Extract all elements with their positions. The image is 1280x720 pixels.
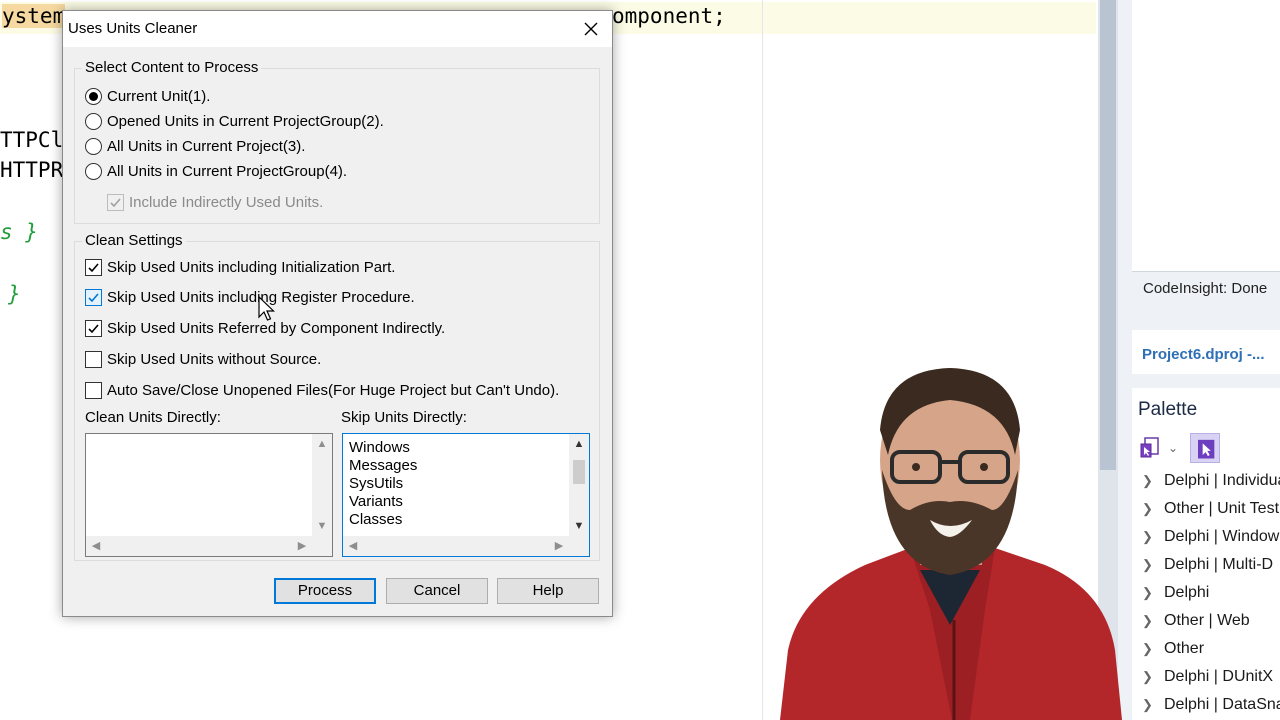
code-line-green-2: } [8, 282, 21, 306]
vertical-scrollbar[interactable]: ▲ ▼ [312, 434, 332, 536]
palette-item[interactable]: ❯ Delphi [1142, 584, 1280, 610]
scroll-up-icon[interactable]: ▲ [312, 434, 332, 454]
chevron-down-icon[interactable]: ⌄ [1168, 436, 1184, 460]
radio-button[interactable] [85, 137, 102, 155]
close-button[interactable] [576, 15, 606, 43]
structure-panel [1132, 0, 1280, 272]
chevron-right-icon: ❯ [1142, 613, 1153, 628]
mouse-cursor-icon [258, 296, 275, 321]
palette-components-icon[interactable] [1138, 436, 1162, 460]
scrollbar-corner [569, 536, 589, 556]
list-item[interactable]: Windows [349, 439, 410, 457]
process-button[interactable]: Process [274, 578, 376, 604]
radio-all-units-project[interactable]: All Units in Current Project(3). [85, 135, 305, 157]
scroll-down-icon[interactable]: ▼ [569, 516, 589, 536]
radio-button[interactable] [85, 162, 102, 180]
chevron-right-icon: ❯ [1142, 641, 1153, 656]
scroll-right-icon[interactable]: ▶ [292, 536, 312, 556]
help-button[interactable]: Help [497, 578, 599, 604]
palette-item[interactable]: ❯ Other | Unit Test [1142, 500, 1280, 526]
include-indirect-checkbox: Include Indirectly Used Units. [107, 191, 323, 213]
checkbox[interactable] [85, 350, 102, 368]
palette-item[interactable]: ❯ Delphi | Individual [1142, 472, 1280, 498]
uses-units-cleaner-dialog: Uses Units Cleaner Select Content to Pro… [62, 10, 613, 617]
palette-title: Palette [1138, 399, 1198, 420]
checkmark-icon [88, 292, 99, 302]
list-item[interactable]: Messages [349, 457, 417, 475]
pointer-icon [1198, 439, 1215, 459]
chevron-right-icon: ❯ [1142, 529, 1153, 544]
checkbox [107, 193, 124, 211]
list-item[interactable]: Variants [349, 493, 403, 511]
codeinsight-status: CodeInsight: Done [1143, 280, 1268, 297]
palette-item[interactable]: ❯ Delphi | Multi-D [1142, 556, 1280, 582]
radio-current-unit[interactable]: Current Unit(1). [85, 85, 210, 107]
chevron-right-icon: ❯ [1142, 501, 1153, 516]
horizontal-scrollbar[interactable]: ◀ ▶ [343, 536, 569, 556]
skip-units-label: Skip Units Directly: [341, 409, 467, 426]
content-group-label: Select Content to Process [82, 59, 262, 76]
scroll-left-icon[interactable]: ◀ [343, 536, 363, 556]
horizontal-scrollbar[interactable]: ◀ ▶ [86, 536, 312, 556]
checkmark-icon [88, 323, 99, 333]
project-name[interactable]: Project6.dproj -... [1142, 346, 1265, 363]
list-item[interactable]: Classes [349, 511, 402, 529]
dialog-title: Uses Units Cleaner [68, 20, 198, 37]
code-line-2: TTPCl [0, 128, 64, 152]
palette-item[interactable]: ❯Delphi | DataSnap [1142, 696, 1280, 720]
code-line-1-tail: omponent; [612, 4, 726, 28]
dialog-titlebar[interactable]: Uses Units Cleaner [63, 11, 612, 47]
chevron-right-icon: ❯ [1142, 669, 1153, 684]
scroll-down-icon[interactable]: ▼ [312, 516, 332, 536]
vertical-scrollbar[interactable]: ▲ ▼ [569, 434, 589, 536]
editor-divider [762, 0, 763, 720]
close-icon [584, 22, 598, 36]
chevron-right-icon: ❯ [1142, 697, 1153, 712]
skip-initialization-checkbox[interactable]: Skip Used Units including Initialization… [85, 256, 395, 278]
checkbox[interactable] [85, 288, 102, 306]
code-line-3: HTTPR [0, 158, 64, 182]
skip-units-listbox[interactable]: Windows Messages SysUtils Variants Class… [342, 433, 590, 557]
checkbox[interactable] [85, 258, 102, 276]
radio-button[interactable] [85, 112, 102, 130]
checkmark-icon [110, 197, 121, 207]
scroll-up-icon[interactable]: ▲ [569, 434, 589, 454]
clean-units-listbox[interactable]: ▲ ▼ ◀ ▶ [85, 433, 333, 557]
palette-item[interactable]: ❯ Delphi | DUnitX [1142, 668, 1280, 694]
auto-save-close-checkbox[interactable]: Auto Save/Close Unopened Files(For Huge … [85, 379, 559, 401]
palette-item[interactable]: ❯ Other | Web [1142, 612, 1280, 638]
palette-item[interactable]: ❯ Other [1142, 640, 1280, 666]
palette-item[interactable]: ❯ Delphi | Windows [1142, 528, 1280, 554]
code-line-green-1: s } [0, 220, 38, 244]
clean-settings-label: Clean Settings [82, 232, 186, 249]
presenter-webcam-image [780, 368, 1122, 720]
scroll-left-icon[interactable]: ◀ [86, 536, 106, 556]
chevron-right-icon: ❯ [1142, 585, 1153, 600]
skip-without-source-checkbox[interactable]: Skip Used Units without Source. [85, 348, 321, 370]
checkbox[interactable] [85, 381, 102, 399]
list-item[interactable]: SysUtils [349, 475, 403, 493]
radio-all-units-projectgroup[interactable]: All Units in Current ProjectGroup(4). [85, 160, 347, 182]
palette-select-pointer-button[interactable] [1190, 433, 1220, 463]
radio-opened-units[interactable]: Opened Units in Current ProjectGroup(2). [85, 110, 384, 132]
skip-register-procedure-checkbox[interactable]: Skip Used Units including Register Proce… [85, 286, 415, 308]
scroll-right-icon[interactable]: ▶ [549, 536, 569, 556]
code-line-1: ystem [2, 4, 66, 28]
checkmark-icon [88, 262, 99, 272]
radio-button[interactable] [85, 87, 102, 105]
cancel-button[interactable]: Cancel [386, 578, 488, 604]
scrollbar-corner [312, 536, 332, 556]
clean-units-label: Clean Units Directly: [85, 409, 221, 426]
scrollbar-thumb[interactable] [573, 460, 585, 484]
chevron-right-icon: ❯ [1142, 473, 1153, 488]
checkbox[interactable] [85, 319, 102, 337]
chevron-right-icon: ❯ [1142, 557, 1153, 572]
